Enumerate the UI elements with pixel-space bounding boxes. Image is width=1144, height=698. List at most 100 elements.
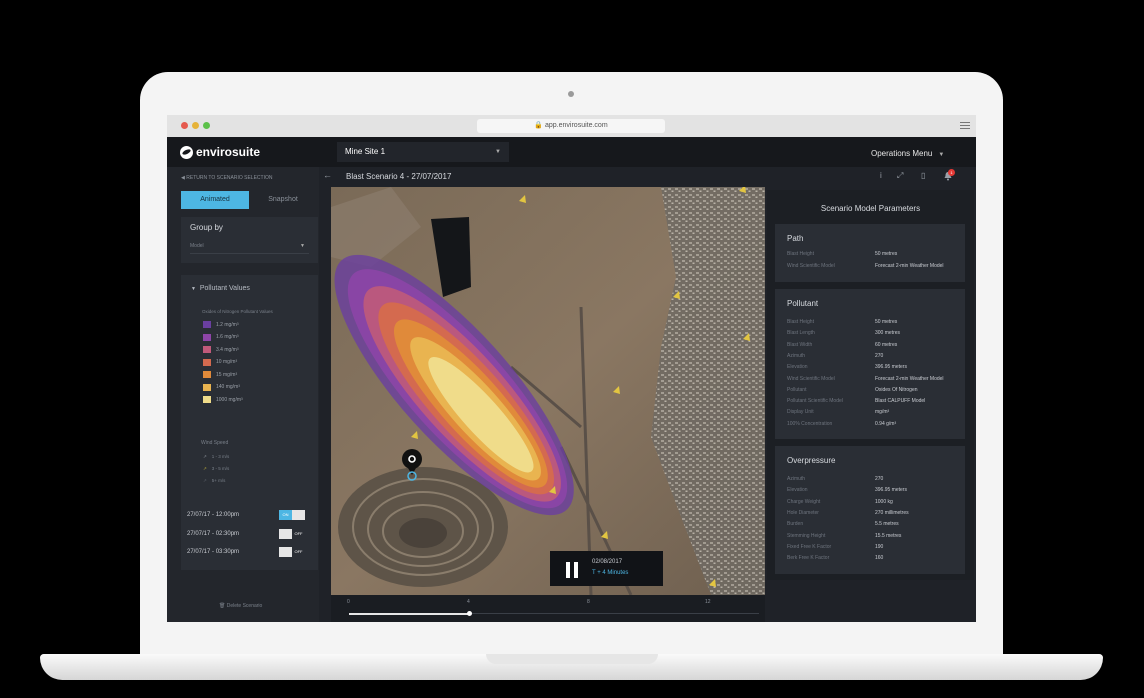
param-key: Wind Scientific Model [787, 375, 835, 382]
legend-label: 1.2 mg/m³ [216, 321, 239, 328]
param-row: Azimuth 270 [787, 353, 957, 361]
param-key: Wind Scientific Model [787, 262, 835, 269]
legend-label: 3.4 mg/m³ [216, 346, 239, 353]
toggle-knob [279, 528, 292, 539]
pause-icon[interactable] [566, 562, 578, 578]
return-link-label: RETURN TO SCENARIO SELECTION [186, 175, 273, 181]
param-value: 50 metres [875, 251, 898, 257]
pollutant-values-subtitle: Oxides of Nitrogen Pollutant Values [202, 309, 273, 314]
legend-item: 1.2 mg/m³ [203, 321, 239, 328]
map-canvas [331, 187, 765, 595]
playback-date: 02/08/2017 [592, 559, 623, 565]
param-value: 1000 kg [875, 498, 893, 505]
expand-icon[interactable]: ⤢ [897, 171, 903, 181]
param-key: Berk Free K Factor [787, 555, 830, 562]
timeline-handle[interactable] [467, 611, 472, 616]
param-key: Stemming Height [787, 532, 826, 539]
schedule-row: 27/07/17 - 03:30pm OFF [187, 547, 305, 558]
schedule-row: 27/07/17 - 12:00pm ON [187, 510, 305, 521]
legend-swatch [203, 383, 211, 391]
timeline-scrubber[interactable]: 0 4 8 12 [331, 595, 765, 622]
playback-box: 02/08/2017 T + 4 Minutes [550, 551, 663, 586]
info-icon[interactable]: i [880, 171, 882, 180]
param-key: Elevation [787, 364, 808, 371]
legend-swatch [203, 371, 211, 378]
legend-label: 15 mg/m³ [216, 371, 238, 378]
delete-scenario-button[interactable]: 🗑 Delete Scenario [219, 603, 262, 609]
group-by-title: Group by [190, 223, 223, 232]
sidebar: ◀ RETURN TO SCENARIO SELECTION Animated … [167, 167, 319, 622]
site-select[interactable]: Mine Site 1 ▼ [337, 142, 509, 162]
param-key: Azimuth [787, 476, 806, 482]
operations-menu[interactable]: Operations Menu ▼ [871, 149, 944, 158]
legend-item: 10 mg/m³ [203, 358, 237, 366]
legend-label: 1.6 mg/m³ [216, 334, 239, 340]
laptop-notch [486, 654, 658, 664]
browser-menu-icon[interactable] [960, 120, 970, 132]
legend-swatch [203, 346, 211, 353]
wind-arrow-icon: ↗ [203, 454, 207, 459]
schedule-toggle[interactable]: OFF [279, 528, 305, 539]
lock-icon: 🔒 [534, 122, 544, 129]
legend-item: 140 mg/m³ [203, 383, 240, 391]
pollutant-values-toggle[interactable]: ▼ Pollutant Values [191, 285, 250, 292]
param-key: Blast Height [787, 251, 814, 257]
param-value: Forecast 2-min Weather Model [875, 262, 944, 269]
document-icon[interactable]: ▯ [921, 171, 925, 180]
screen: 🔒 app.envirosuite.com envirosuite Mine S… [167, 115, 976, 622]
arrow-left-icon[interactable]: ← [323, 170, 332, 180]
param-value: 15.5 metres [875, 532, 902, 539]
param-row: Fixed Free K Factor 190 [787, 544, 957, 552]
legend-item: 1.6 mg/m³ [203, 333, 239, 341]
param-key: Azimuth [787, 352, 806, 359]
group-by-select[interactable]: Model ▼ [190, 239, 309, 254]
wind-arrow-icon: ↗ [203, 466, 207, 471]
tab-snapshot[interactable]: Snapshot [249, 191, 317, 209]
param-key: Fixed Free K Factor [787, 543, 832, 550]
toggle-state-label: OFF [292, 528, 305, 539]
schedule-toggle[interactable]: OFF [279, 547, 305, 557]
return-to-selection-link[interactable]: ◀ RETURN TO SCENARIO SELECTION [181, 175, 272, 181]
wind-speed-title: Wind Speed [201, 440, 229, 446]
logo-icon [180, 145, 193, 159]
legend-swatch [203, 321, 211, 328]
brand-logo[interactable]: envirosuite [180, 145, 260, 159]
playback-offset: T + 4 Minutes [592, 570, 629, 576]
param-value: 270 [875, 352, 884, 359]
schedule-time: 27/07/17 - 02:30pm [187, 530, 240, 537]
minimize-window-dot[interactable] [192, 122, 199, 129]
timeline-tick-label: 8 [587, 599, 590, 605]
open-pit [338, 467, 508, 587]
trash-icon: 🗑 [219, 603, 226, 609]
legend-label: 140 mg/m³ [216, 384, 240, 390]
scenario-titlebar: ← Blast Scenario 4 - 27/07/2017 i ⤢ ▯ 1 [319, 167, 976, 187]
tab-animated[interactable]: Animated [181, 191, 249, 209]
param-value: 60 metres [875, 341, 898, 348]
param-value: 5.5 metres [875, 521, 899, 528]
path-card: Path Blast Height 50 metres Wind Scientifi… [775, 224, 965, 282]
close-window-dot[interactable] [181, 122, 188, 129]
path-title: Path [787, 234, 804, 243]
schedule-toggle[interactable]: ON [279, 510, 305, 520]
satellite-map[interactable]: 02/08/2017 T + 4 Minutes [331, 187, 765, 595]
toggle-knob [292, 510, 305, 520]
chevron-down-icon: ▼ [495, 149, 501, 155]
timeline-tick-label: 0 [347, 599, 350, 605]
app-header: envirosuite Mine Site 1 ▼ Operations Men… [167, 137, 976, 167]
maximize-window-dot[interactable] [203, 122, 210, 129]
overpressure-card: Overpressure Azimuth 270 Elevation 396.95 m… [775, 446, 965, 574]
param-key: Blast Width [787, 341, 813, 348]
wind-legend-label: 1 - 3 m/s [211, 454, 230, 459]
param-row: Blast Height 50 metres [787, 251, 957, 259]
param-key: Charge Weight [787, 498, 821, 505]
group-by-value: Model [190, 243, 204, 249]
param-value: Oxides Of Nitrogen [875, 386, 918, 393]
param-row: Hole Diameter 270 millimetres [787, 510, 957, 518]
url-bar[interactable]: 🔒 app.envirosuite.com [477, 119, 665, 133]
schedule-time: 27/07/17 - 12:00pm [187, 512, 240, 518]
param-row: 100% Concentration 0.94 g/m³ [787, 421, 957, 429]
pollutant-card: Pollutant Blast Height 50 metres Blast Len… [775, 289, 965, 439]
parameters-title: Scenario Model Parameters [820, 204, 921, 213]
toggle-state-label: ON [279, 510, 292, 520]
param-row: Display Unit mg/m³ [787, 409, 957, 417]
